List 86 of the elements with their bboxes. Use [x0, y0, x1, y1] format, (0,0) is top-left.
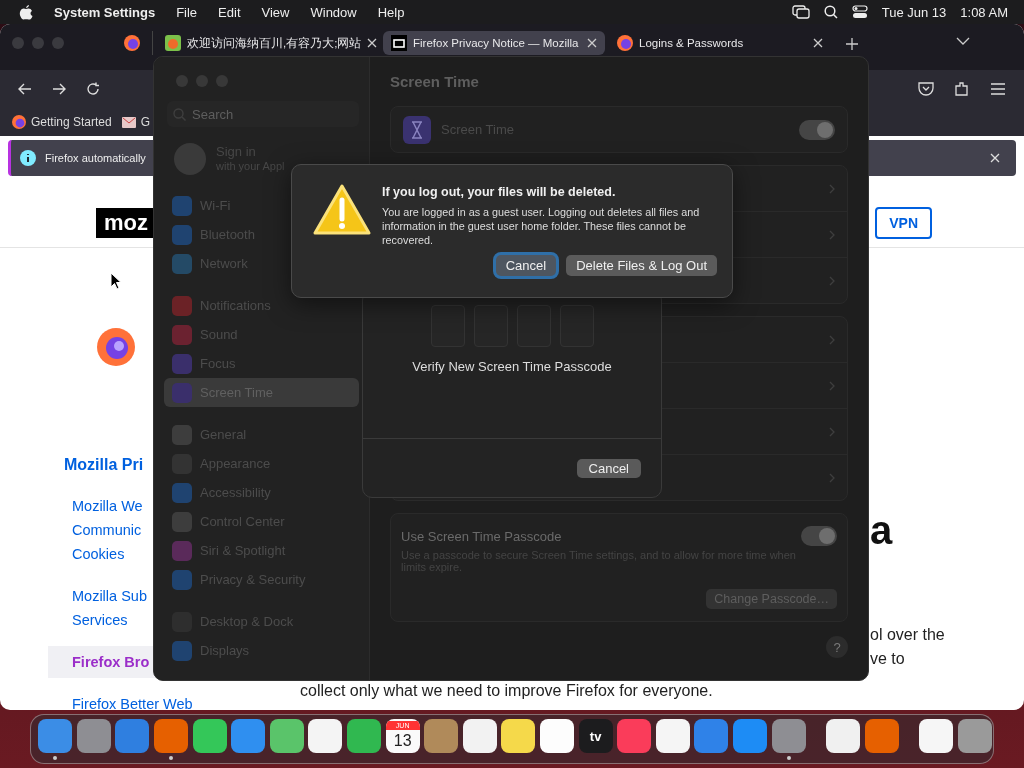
firefox-icon[interactable]	[12, 115, 26, 129]
plus-icon[interactable]	[845, 37, 859, 51]
digit-field[interactable]	[559, 305, 594, 347]
alert-title: If you log out, your files will be deleted.	[382, 185, 617, 199]
notification-text: Firefox automatically	[45, 152, 146, 164]
sheet-prompt: Verify New Screen Time Passcode	[412, 359, 612, 374]
digit-field[interactable]	[473, 305, 508, 347]
apple-icon[interactable]	[19, 4, 33, 20]
page-title: Screen Time	[390, 73, 480, 90]
firefox-logo-icon	[97, 328, 135, 366]
site-logo[interactable]: moz	[96, 207, 156, 238]
bookmark-item[interactable]: Getting Started	[12, 115, 112, 129]
warning-icon	[312, 183, 372, 237]
puzzle-icon[interactable]	[954, 81, 970, 97]
search-icon[interactable]	[823, 5, 838, 19]
alert-button[interactable]: Delete Files & Log Out	[566, 255, 717, 276]
body-text: ol over the	[870, 625, 946, 645]
toggle-switch[interactable]	[801, 526, 837, 546]
trash-icon[interactable]	[957, 719, 992, 753]
menu-item[interactable]: Help	[377, 4, 405, 20]
back-arrow-icon[interactable]	[18, 83, 32, 95]
running-indicator	[53, 756, 58, 760]
browser-tab[interactable]: Logins & Passwords	[609, 31, 831, 55]
browser-tab[interactable]: Firefox Privacy Notice — Mozilla	[383, 31, 605, 55]
info-icon	[20, 150, 36, 166]
calendar-day: 13	[393, 729, 412, 752]
close-icon[interactable]	[990, 153, 1000, 163]
mail-icon	[121, 116, 136, 128]
close-icon[interactable]	[587, 38, 597, 48]
app-label: tv	[589, 728, 602, 744]
menu-time[interactable]: 1:08 AM	[960, 4, 1008, 20]
app-icon[interactable]	[308, 719, 343, 753]
tv-app[interactable]: tv	[578, 719, 613, 753]
screen-mirroring-icon[interactable]	[791, 5, 810, 19]
menu-app-name[interactable]: System Settings	[54, 4, 156, 20]
heading-text: a	[870, 508, 894, 553]
app-icon[interactable]	[540, 719, 574, 753]
app-icon[interactable]	[501, 719, 536, 753]
menu-item[interactable]: File	[176, 4, 198, 20]
alert-button[interactable]: Cancel	[495, 255, 557, 276]
nav-heading: Mozilla Pri	[64, 456, 144, 474]
menu-icon[interactable]	[990, 83, 1006, 95]
close-icon[interactable]	[813, 38, 823, 48]
tab-favicon	[391, 35, 407, 51]
bookmark-item[interactable]: G	[121, 115, 151, 129]
forward-arrow-icon[interactable]	[52, 83, 66, 95]
alert-message: You are logged in as a guest user. Logging out deletes all files and information in the guest user home folder. These files cannot be recovered.	[382, 205, 701, 247]
nav-link[interactable]: Mozilla We	[72, 494, 143, 518]
app-icon[interactable]	[462, 719, 497, 753]
help-button[interactable]: ?	[826, 636, 848, 658]
search-icon	[173, 107, 186, 121]
app-icon[interactable]	[826, 719, 861, 753]
document-icon[interactable]	[919, 719, 954, 753]
body-text: collect only what we need to improve Firefox for everyone.	[300, 681, 714, 701]
app-icon[interactable]	[655, 719, 690, 753]
nav-link[interactable]: Services	[72, 608, 128, 632]
nav-link[interactable]: Firefox Better Web	[72, 692, 193, 710]
firefox-icon[interactable]	[124, 35, 140, 51]
body-text: ve to	[870, 649, 906, 669]
toggle-switch[interactable]	[799, 119, 835, 140]
chevron-down-icon[interactable]	[956, 37, 970, 45]
nav-link[interactable]: Cookies	[72, 542, 125, 566]
menu-item[interactable]: Window	[310, 4, 357, 20]
running-indicator	[786, 756, 791, 760]
close-icon[interactable]	[367, 38, 378, 48]
app-icon[interactable]	[192, 719, 227, 753]
running-indicator	[169, 756, 174, 760]
pocket-icon[interactable]	[918, 82, 934, 96]
menu-item[interactable]: Edit	[218, 4, 241, 20]
firefox-icon[interactable]	[617, 35, 633, 51]
digit-field[interactable]	[516, 305, 551, 347]
menu-item[interactable]: View	[261, 4, 290, 20]
vpn-button[interactable]: VPN	[875, 206, 932, 239]
reload-icon[interactable]	[86, 82, 100, 96]
app-icon[interactable]	[269, 719, 304, 753]
tab-favicon	[165, 35, 181, 51]
nav-link[interactable]: Mozilla Sub	[72, 584, 147, 608]
cursor-icon	[110, 272, 122, 290]
hourglass-icon	[403, 115, 431, 144]
browser-tab[interactable]: 欢迎访问海纳百川,有容乃大;网站	[157, 31, 379, 55]
control-center-icon[interactable]	[851, 5, 868, 19]
cancel-button[interactable]: Cancel	[576, 459, 641, 478]
menu-date[interactable]: Tue Jun 13	[881, 4, 947, 20]
setting-label: Use Screen Time Passcode	[401, 528, 562, 544]
digit-field[interactable]	[430, 305, 465, 347]
nav-link[interactable]: Communic	[72, 518, 142, 542]
